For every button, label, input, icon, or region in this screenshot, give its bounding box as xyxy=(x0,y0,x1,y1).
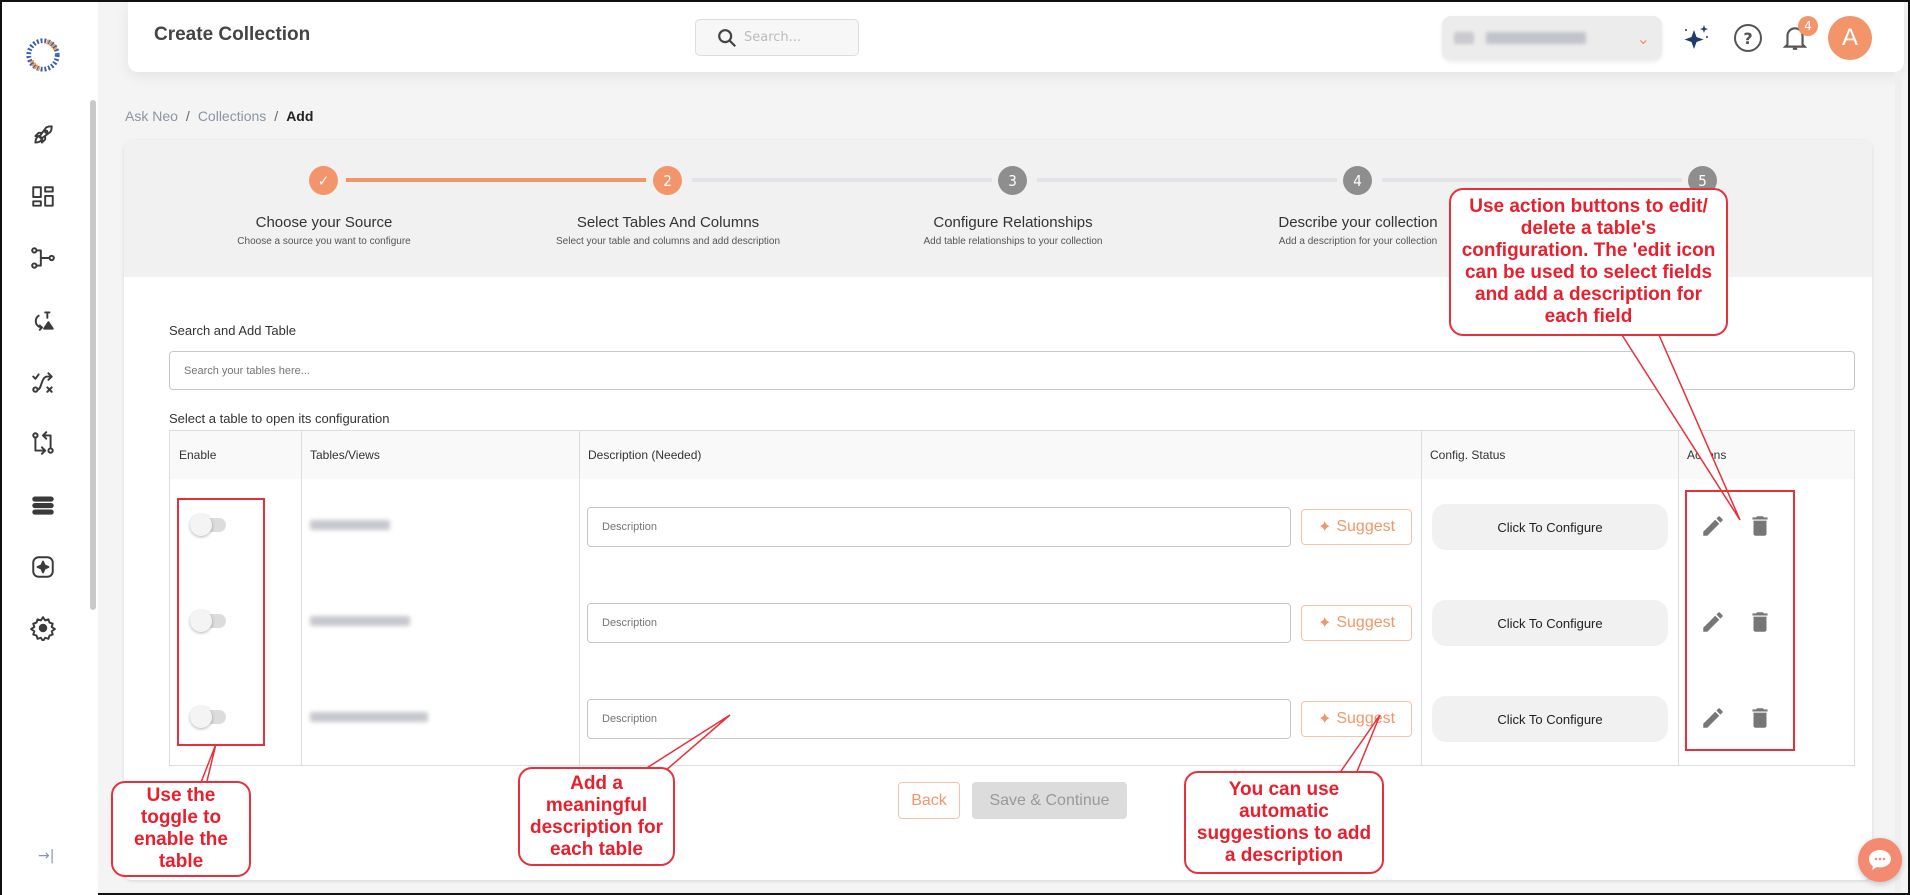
tables-grid: Enable Tables/Views Description (Needed)… xyxy=(169,430,1855,766)
chevron-down-icon: ⌄ xyxy=(1636,28,1650,48)
sync-icon[interactable] xyxy=(26,303,60,337)
page-title: Create Collection xyxy=(154,24,311,45)
account-name-blurred xyxy=(1486,32,1586,44)
toggle-callout: Use the toggle to enable the table xyxy=(111,781,251,877)
step-3-title: Configure Relationships xyxy=(933,214,1093,231)
table-name-blurred[interactable] xyxy=(310,520,390,530)
sparkle-icon: ✦ xyxy=(1317,519,1332,536)
breadcrumb-separator: / xyxy=(274,108,279,124)
toggle-highlight-box xyxy=(177,498,265,746)
notification-count-badge: 4 xyxy=(1798,16,1818,36)
step-1-complete-check-icon: ✓ xyxy=(309,166,338,195)
breadcrumb-separator: / xyxy=(185,108,190,124)
step-3-indicator: 3 xyxy=(998,166,1027,195)
search-table-label: Search and Add Table xyxy=(169,323,296,338)
table-row: ✦Suggest Click To Configure xyxy=(170,575,1854,671)
sparkle-icon: ✦ xyxy=(1317,615,1332,632)
actions-highlight-box xyxy=(1685,490,1795,751)
step-connector xyxy=(1382,178,1682,182)
account-icon xyxy=(1454,32,1474,44)
step-2-subtitle: Select your table and columns and add de… xyxy=(555,236,781,247)
column-header-actions: Actions xyxy=(1687,448,1727,462)
configure-button[interactable]: Click To Configure xyxy=(1432,600,1668,646)
rocket-icon[interactable] xyxy=(26,118,60,152)
description-input[interactable] xyxy=(587,603,1291,643)
description-callout: Add a meaningful description for each ta… xyxy=(518,767,675,866)
dashboard-icon[interactable] xyxy=(26,180,60,214)
suggest-button[interactable]: ✦ Suggest xyxy=(1301,509,1412,545)
step-connector-done xyxy=(346,178,646,182)
step-2-indicator: 2 xyxy=(653,166,682,195)
description-input[interactable] xyxy=(587,699,1291,739)
step-connector xyxy=(1037,178,1337,182)
chat-bubble-icon[interactable] xyxy=(1858,838,1902,882)
column-header-description: Description (Needed) xyxy=(588,448,702,462)
step-3-subtitle: Add table relationships to your collecti… xyxy=(923,236,1103,247)
table-name-blurred[interactable] xyxy=(310,712,428,722)
sidebar: →| xyxy=(2,2,98,895)
table-name-blurred[interactable] xyxy=(310,616,410,626)
breadcrumb-ask-neo[interactable]: Ask Neo xyxy=(125,108,178,124)
select-table-label: Select a table to open its configuration xyxy=(169,411,390,426)
user-avatar[interactable]: A xyxy=(1828,16,1872,60)
pull-request-icon[interactable] xyxy=(26,426,60,460)
back-button[interactable]: Back xyxy=(898,782,960,819)
breadcrumb-current: Add xyxy=(286,108,314,124)
help-icon[interactable]: ? xyxy=(1734,24,1762,52)
ai-sparkle-icon[interactable] xyxy=(1680,22,1712,54)
configure-button[interactable]: Click To Configure xyxy=(1432,504,1668,550)
step-1-subtitle: Choose a source you want to configure xyxy=(237,236,411,247)
save-continue-button[interactable]: Save & Continue xyxy=(972,782,1127,819)
table-row: ✦Suggest Click To Configure xyxy=(170,479,1854,575)
sparkle-icon: ✦ xyxy=(1317,711,1332,728)
step-connector xyxy=(692,178,992,182)
collapse-sidebar-icon[interactable]: →| xyxy=(38,848,54,864)
suggest-label: Suggest xyxy=(1336,614,1396,631)
search-placeholder: Search... xyxy=(744,30,802,45)
step-1-title: Choose your Source xyxy=(255,214,393,231)
column-header-config-status: Config. Status xyxy=(1430,448,1506,462)
global-search-input[interactable]: Search... xyxy=(695,19,859,56)
list-icon[interactable] xyxy=(26,488,60,522)
suggest-callout: You can use automatic suggestions to add… xyxy=(1184,771,1384,874)
flow-icon[interactable] xyxy=(26,241,60,275)
column-header-enable: Enable xyxy=(179,448,217,462)
suggest-button[interactable]: ✦ Suggest xyxy=(1301,605,1412,641)
page-scrollbar[interactable] xyxy=(1895,72,1901,892)
step-2-title: Select Tables And Columns xyxy=(576,214,760,231)
suggest-label: Suggest xyxy=(1336,518,1396,535)
suggest-button[interactable]: ✦ Suggest xyxy=(1301,701,1412,737)
configure-button[interactable]: Click To Configure xyxy=(1432,696,1668,742)
settings-icon[interactable] xyxy=(26,611,60,645)
suggest-label: Suggest xyxy=(1336,710,1396,727)
breadcrumb: Ask Neo / Collections / Add xyxy=(125,108,313,124)
top-header: Create Collection Search... ⌄ ? 4 A xyxy=(128,2,1904,72)
column-header-tables: Tables/Views xyxy=(310,448,380,462)
step-4-indicator: 4 xyxy=(1343,166,1372,195)
description-input[interactable] xyxy=(587,507,1291,547)
search-icon xyxy=(718,28,737,47)
breadcrumb-collections[interactable]: Collections xyxy=(198,108,266,124)
account-selector[interactable]: ⌄ xyxy=(1442,16,1662,60)
app-logo[interactable] xyxy=(24,36,62,74)
table-search-input[interactable] xyxy=(169,351,1855,390)
sparkle-box-icon[interactable] xyxy=(26,550,60,584)
sidebar-scrollbar[interactable] xyxy=(90,100,96,610)
table-row: ✦Suggest Click To Configure xyxy=(170,671,1854,767)
route-icon[interactable] xyxy=(26,365,60,399)
table-header: Enable Tables/Views Description (Needed)… xyxy=(170,431,1854,479)
actions-callout: Use action buttons to edit/ delete a tab… xyxy=(1449,188,1728,336)
